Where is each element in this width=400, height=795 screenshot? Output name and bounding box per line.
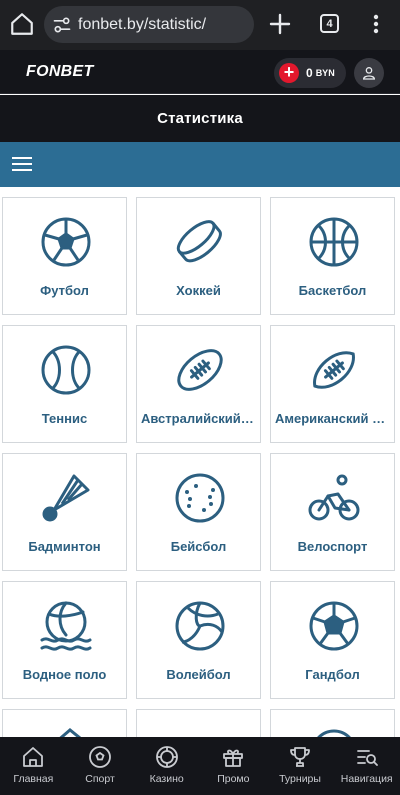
sport-tile-football[interactable]: Футбол bbox=[2, 197, 127, 315]
sport-icon bbox=[317, 729, 351, 737]
sport-label: Волейбол bbox=[166, 667, 231, 682]
sport-label: Хоккей bbox=[176, 283, 221, 298]
nav-label: Казино bbox=[149, 773, 184, 785]
nav-sport[interactable]: Спорт bbox=[67, 737, 134, 795]
sport-tile-partial[interactable] bbox=[136, 709, 261, 737]
user-icon bbox=[362, 67, 376, 80]
sport-label: Бадминтон bbox=[28, 539, 101, 554]
nav-promo[interactable]: Промо bbox=[200, 737, 267, 795]
nav-label: Турниры bbox=[279, 773, 321, 785]
sport-tile-volleyball[interactable]: Волейбол bbox=[136, 581, 261, 699]
american-football-icon bbox=[313, 351, 355, 389]
sport-tile-baseball[interactable]: Бейсбол bbox=[136, 453, 261, 571]
navigation-search-icon bbox=[356, 750, 378, 766]
gift-icon bbox=[223, 749, 244, 767]
nav-label: Промо bbox=[217, 773, 250, 785]
tennis-ball-icon bbox=[41, 345, 91, 395]
australian-football-icon bbox=[177, 349, 223, 391]
nav-home[interactable]: Главная bbox=[0, 737, 67, 795]
nav-casino[interactable]: Казино bbox=[133, 737, 200, 795]
url-text: fonbet.by/statistic/ bbox=[78, 15, 207, 33]
fonbet-logo[interactable]: FONBET bbox=[26, 63, 94, 81]
site-settings-icon[interactable] bbox=[52, 15, 72, 35]
nav-tournaments[interactable]: Турниры bbox=[267, 737, 334, 795]
sport-tile-handball[interactable]: Гандбол bbox=[270, 581, 395, 699]
sport-tile-basketball[interactable]: Баскетбол bbox=[270, 197, 395, 315]
sport-tile-badminton[interactable]: Бадминтон bbox=[2, 453, 127, 571]
balance-currency: BYN bbox=[315, 68, 335, 78]
sport-label: Бейсбол bbox=[170, 539, 227, 554]
sports-grid: Футбол Хоккей Баскетбол Теннис Австралий… bbox=[0, 187, 400, 737]
handball-icon bbox=[309, 601, 359, 651]
browser-toolbar: fonbet.by/statistic/ 4 bbox=[0, 0, 400, 50]
water-polo-icon bbox=[40, 601, 92, 651]
tab-switcher-button[interactable]: 4 bbox=[320, 14, 339, 33]
deposit-plus-icon[interactable]: + bbox=[279, 63, 299, 83]
sport-label: Австралийский футбол bbox=[141, 411, 256, 426]
sport-ball-icon bbox=[89, 746, 111, 768]
sport-tile-hockey[interactable]: Хоккей bbox=[136, 197, 261, 315]
sport-label: Американский футбол bbox=[275, 411, 390, 426]
sport-tile-tennis[interactable]: Теннис bbox=[2, 325, 127, 443]
sport-label: Баскетбол bbox=[298, 283, 367, 298]
sport-tile-cycling[interactable]: Велоспорт bbox=[270, 453, 395, 571]
volleyball-icon bbox=[175, 601, 225, 651]
sport-icon bbox=[59, 728, 82, 737]
sport-label: Велоспорт bbox=[297, 539, 368, 554]
casino-chip-icon bbox=[155, 746, 178, 768]
balance-button[interactable]: + 0 BYN bbox=[274, 58, 346, 88]
sport-tile-australian-football[interactable]: Австралийский футбол bbox=[136, 325, 261, 443]
shuttlecock-icon bbox=[42, 474, 90, 522]
basketball-icon bbox=[309, 217, 359, 267]
menu-bar bbox=[0, 142, 400, 187]
new-tab-icon[interactable] bbox=[268, 12, 292, 36]
site-header: FONBET + 0 BYN bbox=[0, 50, 400, 94]
sport-label: Гандбол bbox=[305, 667, 360, 682]
sport-label: Теннис bbox=[41, 411, 88, 426]
cyclist-icon bbox=[308, 474, 360, 521]
sport-label: Водное поло bbox=[22, 667, 107, 682]
sport-tile-american-football[interactable]: Американский футбол bbox=[270, 325, 395, 443]
sport-tile-water-polo[interactable]: Водное поло bbox=[2, 581, 127, 699]
trophy-icon bbox=[290, 747, 310, 767]
hamburger-menu-icon[interactable] bbox=[12, 156, 32, 172]
sport-label: Футбол bbox=[40, 283, 89, 298]
hockey-puck-icon bbox=[176, 220, 222, 263]
page-title-bar: Статистика bbox=[0, 95, 400, 142]
sport-tile-partial[interactable] bbox=[270, 709, 395, 737]
soccer-ball-icon bbox=[41, 217, 91, 267]
bottom-navigation: Главная Спорт Казино Промо Турниры Навиг… bbox=[0, 737, 400, 795]
nav-label: Навигация bbox=[340, 773, 393, 785]
page-title: Статистика bbox=[157, 110, 243, 127]
nav-label: Главная bbox=[13, 773, 54, 785]
home-icon[interactable] bbox=[9, 11, 35, 37]
nav-label: Спорт bbox=[85, 773, 115, 785]
balance-amount: 0 bbox=[306, 66, 313, 80]
nav-navigation[interactable]: Навигация bbox=[333, 737, 400, 795]
baseball-icon bbox=[175, 473, 225, 523]
home-icon bbox=[23, 747, 44, 767]
more-menu-icon[interactable] bbox=[366, 12, 386, 36]
profile-button[interactable] bbox=[354, 58, 384, 88]
address-bar[interactable]: fonbet.by/statistic/ bbox=[44, 6, 254, 43]
sport-tile-partial[interactable] bbox=[2, 709, 127, 737]
